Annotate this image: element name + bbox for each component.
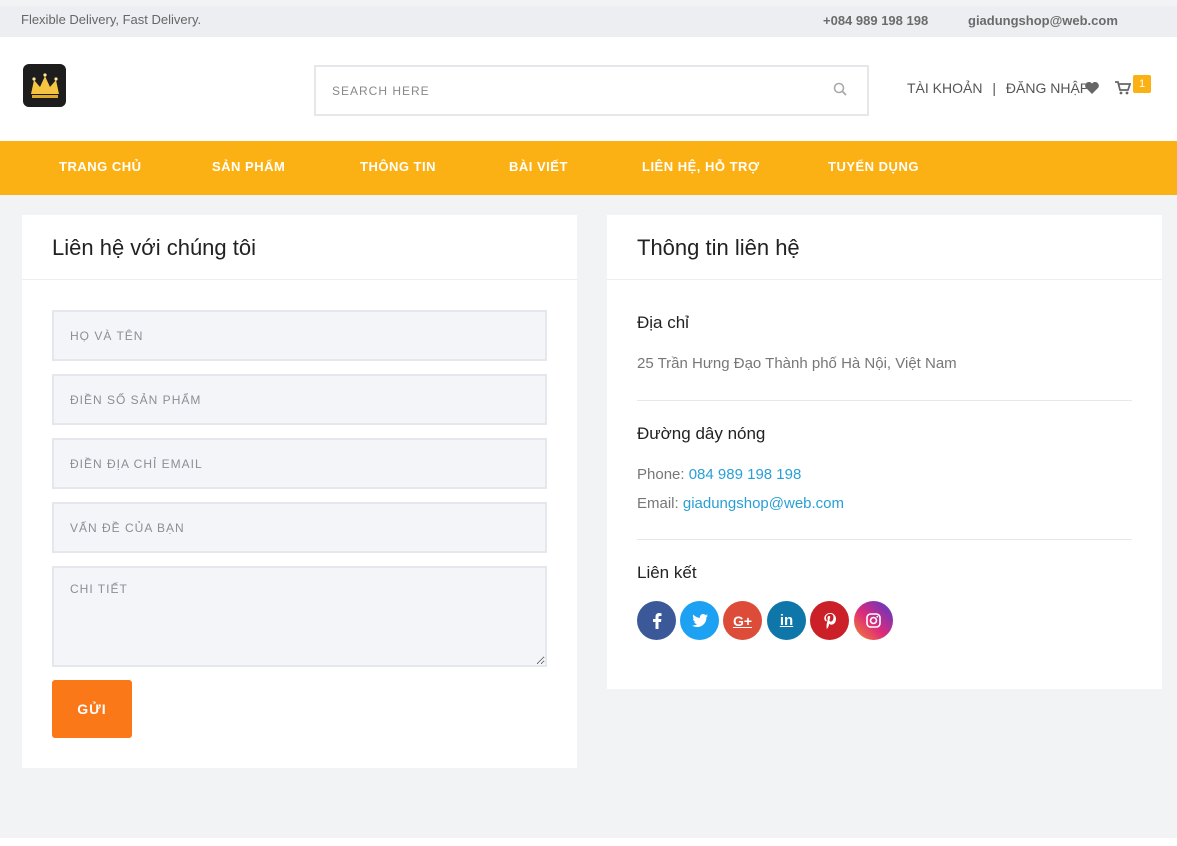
linkedin-icon[interactable]: in <box>767 601 806 640</box>
email-label: Email: <box>637 495 679 512</box>
nav-item-recruitment[interactable]: TUYỂN DỤNG <box>828 159 919 174</box>
topbar-phone[interactable]: +084 989 198 198 <box>823 13 928 28</box>
google-plus-icon[interactable]: G+ <box>723 601 762 640</box>
address-heading: Địa chỉ <box>637 313 689 332</box>
header: TÀI KHOẢN | ĐĂNG NHẬP 1 <box>0 37 1177 141</box>
nav-item-info[interactable]: THÔNG TIN <box>360 159 436 174</box>
contact-info-panel: Thông tin liên hệ Địa chỉ 25 Trần Hưng Đ… <box>607 215 1162 689</box>
facebook-icon[interactable] <box>637 601 676 640</box>
phone-link[interactable]: 084 989 198 198 <box>689 466 802 483</box>
main-nav: TRANG CHỦ SẢN PHẨM THÔNG TIN BÀI VIẾT LI… <box>0 141 1177 195</box>
contact-form-title: Liên hệ với chúng tôi <box>52 235 257 260</box>
email-link[interactable]: giadungshop@web.com <box>683 495 844 512</box>
cart-icon[interactable] <box>1115 81 1132 100</box>
top-bar: Flexible Delivery, Fast Delivery. +084 9… <box>0 6 1177 37</box>
phone-line: Phone: 084 989 198 198 <box>637 466 801 483</box>
nav-item-articles[interactable]: BÀI VIẾT <box>509 159 568 174</box>
account-separator: | <box>992 80 996 96</box>
account-link[interactable]: TÀI KHOẢN <box>907 80 982 96</box>
topbar-email[interactable]: giadungshop@web.com <box>968 13 1118 28</box>
divider <box>637 539 1132 540</box>
crown-logo[interactable] <box>23 64 66 107</box>
cart-count-badge: 1 <box>1133 75 1151 93</box>
divider <box>22 279 577 280</box>
phone-field[interactable] <box>52 374 547 425</box>
hotline-heading: Đường dây nóng <box>637 424 766 443</box>
phone-label: Phone: <box>637 466 685 483</box>
email-line: Email: giadungshop@web.com <box>637 495 844 512</box>
search-icon[interactable] <box>833 82 847 101</box>
heart-icon[interactable] <box>1084 81 1100 100</box>
nav-item-contact[interactable]: LIÊN HỆ, HỖ TRỢ <box>642 159 760 174</box>
email-field[interactable] <box>52 438 547 489</box>
send-button[interactable]: GỬI <box>52 680 132 738</box>
footer-strip <box>0 838 1177 846</box>
tagline: Flexible Delivery, Fast Delivery. <box>21 12 202 27</box>
instagram-icon[interactable] <box>854 601 893 640</box>
search-input[interactable] <box>316 67 867 114</box>
contact-info-title: Thông tin liên hệ <box>637 235 800 260</box>
details-field[interactable] <box>52 566 547 667</box>
nav-item-products[interactable]: SẢN PHẨM <box>212 159 285 174</box>
contact-form-panel: Liên hệ với chúng tôi GỬI <box>22 215 577 768</box>
name-field[interactable] <box>52 310 547 361</box>
address-text: 25 Trần Hưng Đạo Thành phố Hà Nội, Việt … <box>637 355 957 372</box>
divider <box>637 400 1132 401</box>
nav-item-home[interactable]: TRANG CHỦ <box>59 159 142 174</box>
divider <box>607 279 1162 280</box>
pinterest-icon[interactable] <box>810 601 849 640</box>
subject-field[interactable] <box>52 502 547 553</box>
login-link[interactable]: ĐĂNG NHẬP <box>1006 80 1089 96</box>
twitter-icon[interactable] <box>680 601 719 640</box>
account-links: TÀI KHOẢN | ĐĂNG NHẬP <box>907 80 1089 96</box>
search-box <box>314 65 869 116</box>
links-heading: Liên kết <box>637 563 697 582</box>
